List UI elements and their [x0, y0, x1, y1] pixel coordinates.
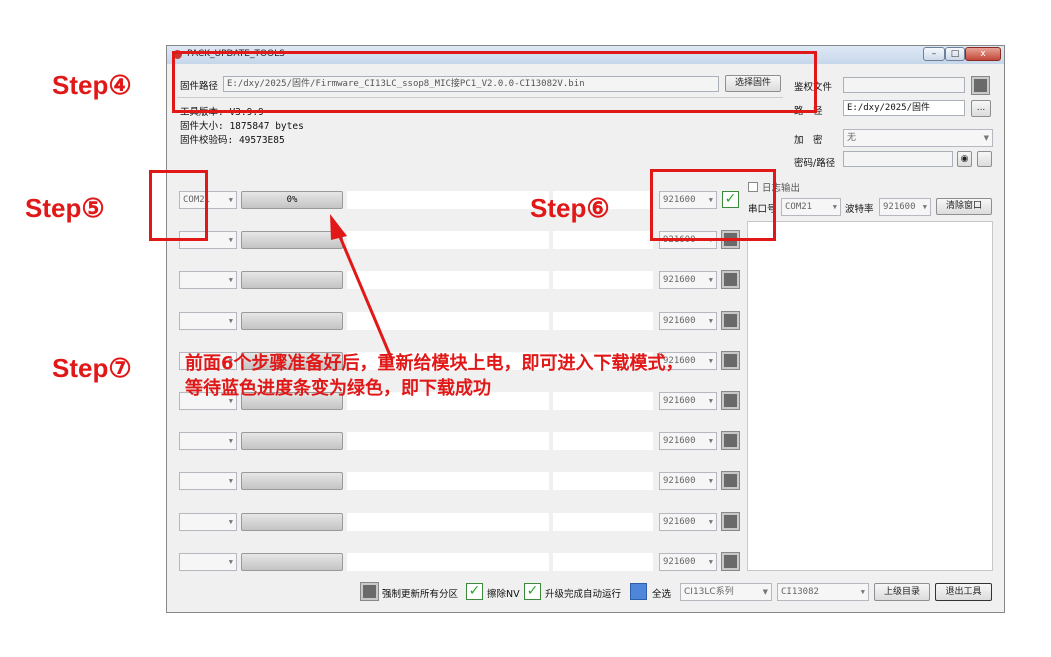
instruction-line-1: 前面6个步骤准备好后，重新给模块上电，即可进入下载模式，	[185, 353, 684, 374]
arrow-icon	[330, 214, 394, 361]
instruction-line-2: 等待蓝色进度条变为绿色，即下载成功	[185, 378, 491, 399]
